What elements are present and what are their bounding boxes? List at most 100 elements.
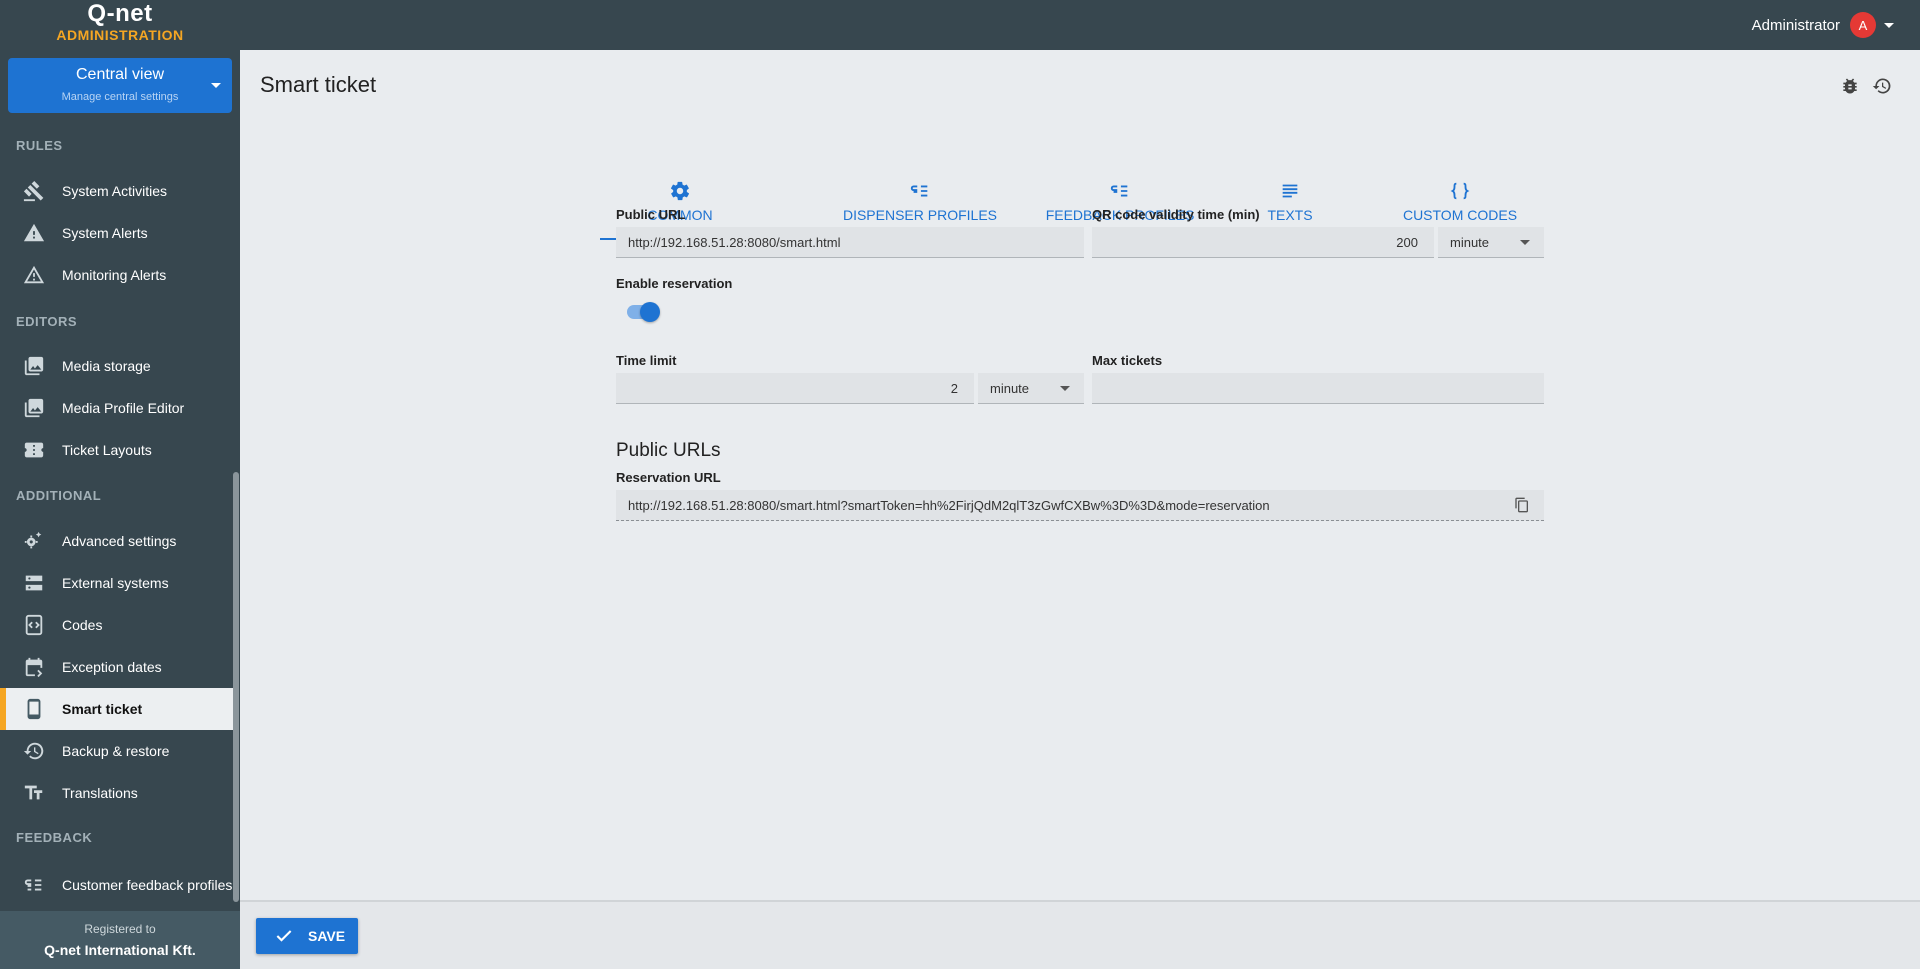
reservation-url-label: Reservation URL [616, 470, 721, 485]
time-limit-input[interactable]: 2 [616, 373, 974, 404]
tab-texts[interactable]: TEXTS [1240, 130, 1340, 240]
page-title: Smart ticket [260, 72, 377, 97]
text-size-icon [22, 781, 46, 805]
sidebar-item-label: Smart ticket [62, 700, 143, 717]
sidebar-item-customer-feedback-profiles[interactable]: Customer feedback profiles [0, 864, 233, 906]
sidebar-item-media-profile-editor[interactable]: Media Profile Editor [0, 387, 233, 429]
sidebar-item-label: Media Profile Editor [62, 399, 185, 416]
user-menu[interactable]: Administrator A [1752, 12, 1894, 38]
qr-unit-select[interactable]: minute [1438, 227, 1544, 258]
text-lines-icon [1240, 180, 1340, 202]
restore-icon [22, 739, 46, 763]
warning-icon [22, 221, 46, 245]
sidebar-item-codes[interactable]: Codes [0, 604, 233, 646]
central-view-subtitle: Manage central settings [61, 91, 179, 103]
sidebar-item-label: Backup & restore [62, 742, 170, 759]
public-urls-heading: Public URLs [616, 440, 721, 461]
sidebar-item-exception-dates[interactable]: Exception dates [0, 646, 233, 688]
sidebar-item-label: Advanced settings [62, 532, 177, 549]
sidebar-item-label: Exception dates [62, 658, 162, 675]
history-icon[interactable] [1872, 76, 1892, 101]
public-url-field[interactable]: http://192.168.51.28:8080/smart.html [616, 227, 1084, 258]
qr-validity-input[interactable]: 200 [1092, 227, 1434, 258]
bug-icon[interactable] [1840, 76, 1860, 101]
max-tickets-input[interactable] [1092, 373, 1544, 404]
chevron-down-icon [211, 83, 221, 88]
ticket-icon [22, 438, 46, 462]
sidebar-scrollbar[interactable] [233, 472, 239, 902]
user-name: Administrator [1751, 16, 1840, 34]
time-limit-label: Time limit [616, 353, 677, 368]
sidebar-item-system-activities[interactable]: System Activities [0, 170, 233, 212]
tab-label: CUSTOM CODES [1402, 207, 1518, 223]
copy-icon[interactable] [1514, 497, 1530, 516]
sidebar-item-label: Monitoring Alerts [62, 266, 167, 283]
tab-feedback-profiles[interactable]: FEEDBACK PROFILES [1020, 130, 1220, 240]
save-label: SAVE [308, 928, 346, 944]
code-icon [22, 613, 46, 637]
max-tickets-label: Max tickets [1092, 353, 1163, 368]
sidebar-item-advanced-settings[interactable]: Advanced settings [0, 520, 233, 562]
reservation-toggle[interactable] [627, 302, 660, 322]
sidebar-item-media-storage[interactable]: Media storage [0, 345, 233, 387]
sidebar-item-system-alerts[interactable]: System Alerts [0, 212, 233, 254]
reservation-url-field[interactable]: http://192.168.51.28:8080/smart.html?sma… [616, 490, 1544, 521]
braces-icon [1370, 180, 1550, 202]
app-logo[interactable]: Q-net ADMINISTRATION [0, 0, 240, 50]
top-bar: Q-net ADMINISTRATION Administrator A [0, 0, 1920, 50]
sidebar-item-backup-restore[interactable]: Backup & restore [0, 730, 233, 772]
section-editors: EDITORS [16, 314, 78, 329]
gears-icon [22, 529, 46, 553]
sidebar-item-label: System Activities [62, 182, 168, 199]
sidebar-item-ticket-layouts[interactable]: Ticket Layouts [0, 429, 233, 471]
logo-text: Q-net [87, 0, 153, 27]
tab-custom-codes[interactable]: CUSTOM CODES [1370, 130, 1550, 240]
warning-outline-icon [22, 263, 46, 287]
time-limit-unit-select[interactable]: minute [978, 373, 1084, 404]
sidebar-item-label: Ticket Layouts [62, 441, 152, 458]
sidebar-item-label: System Alerts [62, 224, 148, 241]
sidebar-item-label: External systems [62, 574, 169, 591]
registered-label: Registered to [84, 922, 156, 936]
central-view-selector[interactable]: Central view Manage central settings [8, 58, 232, 113]
section-rules: RULES [16, 138, 63, 153]
check-icon [274, 926, 294, 946]
public-url-label: Public URL [616, 207, 686, 222]
calendar-icon [22, 655, 46, 679]
gear-icon [600, 180, 760, 202]
sidebar-item-label: Media storage [62, 357, 151, 374]
photo-library-icon [22, 354, 46, 378]
sidebar-item-smart-ticket[interactable]: Smart ticket [0, 688, 233, 730]
registered-info: Registered to Q-net International Kft. [0, 911, 240, 969]
reservation-url-value: http://192.168.51.28:8080/smart.html?sma… [628, 497, 1270, 513]
footer-bar: SAVE [240, 900, 1920, 969]
section-feedback: FEEDBACK [16, 830, 93, 845]
sidebar-item-label: Customer feedback profiles [62, 876, 233, 893]
qr-validity-label: QR code validity time (min) [1092, 207, 1260, 222]
main-content: Smart ticket COMMON DISPENSER PROFILES F… [240, 50, 1920, 900]
gavel-icon [22, 179, 46, 203]
sidebar-item-external-systems[interactable]: External systems [0, 562, 233, 604]
save-button[interactable]: SAVE [256, 918, 358, 954]
qr-unit-value: minute [1450, 234, 1490, 250]
logo-subtitle: ADMINISTRATION [56, 27, 184, 43]
tab-dispenser-profiles[interactable]: DISPENSER PROFILES [790, 130, 1050, 240]
section-additional: ADDITIONAL [16, 488, 102, 503]
central-view-title: Central view [75, 66, 165, 83]
chevron-down-icon [1060, 386, 1070, 391]
chevron-down-icon [1520, 240, 1530, 245]
phone-icon [22, 697, 46, 721]
sidebar: Central view Manage central settings RUL… [0, 50, 240, 969]
tab-common[interactable]: COMMON [600, 130, 760, 240]
toggle-knob [640, 302, 660, 322]
sidebar-item-translations[interactable]: Translations [0, 772, 233, 814]
photo-library-icon [22, 396, 46, 420]
sidebar-item-label: Codes [62, 616, 103, 633]
feedback-list-icon [22, 873, 46, 897]
server-icon [22, 571, 46, 595]
feedback-list-icon [790, 180, 1050, 202]
registered-name: Q-net International Kft. [44, 942, 196, 958]
time-limit-unit-value: minute [990, 380, 1030, 396]
sidebar-item-monitoring-alerts[interactable]: Monitoring Alerts [0, 254, 233, 296]
reservation-label: Enable reservation [616, 276, 733, 291]
